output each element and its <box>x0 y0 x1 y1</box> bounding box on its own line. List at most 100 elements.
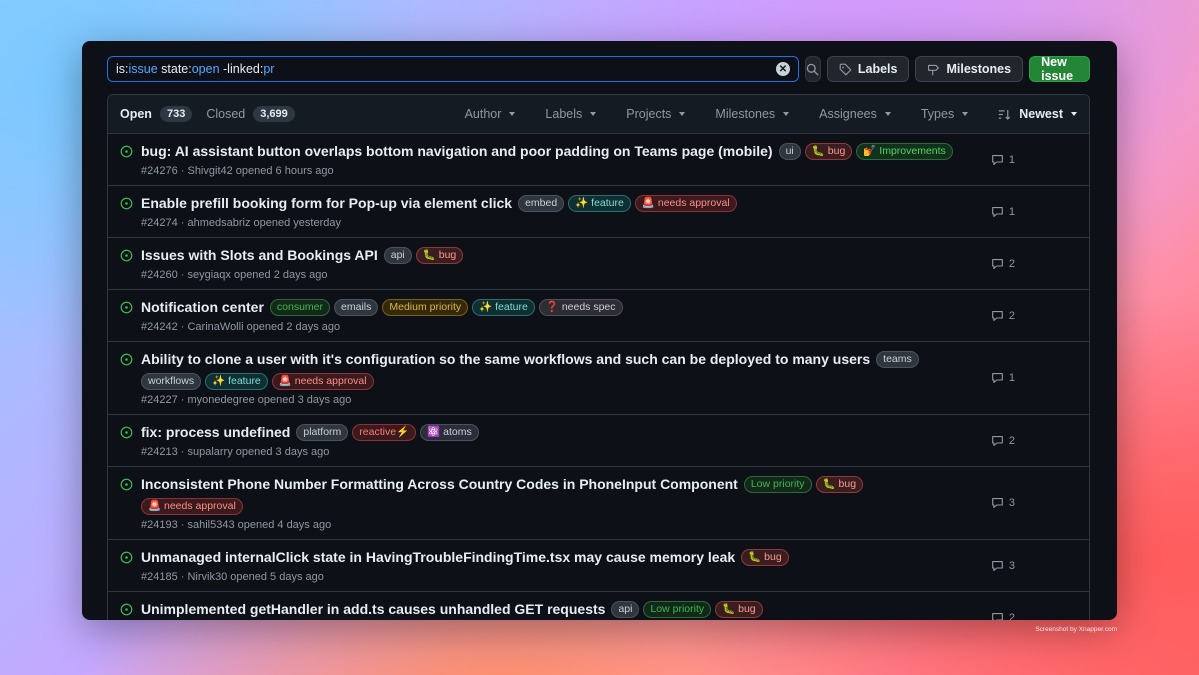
issue-row[interactable]: bug: AI assistant button overlaps bottom… <box>108 134 1089 186</box>
issue-title[interactable]: fix: process undefined <box>141 423 290 442</box>
query-value: pr <box>263 62 275 76</box>
label-needs-approval[interactable]: 🚨 needs approval <box>141 498 243 515</box>
label-bug[interactable]: 🐛 bug <box>715 601 763 618</box>
filter-assignees[interactable]: Assignees <box>819 107 891 121</box>
search-input[interactable]: is:issue state:open -linked:pr ✕ <box>107 56 799 82</box>
issue-title[interactable]: Enable prefill booking form for Pop-up v… <box>141 194 512 213</box>
filter-assignees-label: Assignees <box>819 107 877 121</box>
issue-title[interactable]: Ability to clone a user with it's config… <box>141 350 870 369</box>
issue-row[interactable]: Enable prefill booking form for Pop-up v… <box>108 186 1089 238</box>
comment-icon <box>992 560 1003 571</box>
label-needs-approval[interactable]: 🚨 needs approval <box>271 373 374 390</box>
comment-icon <box>992 612 1003 620</box>
comment-icon <box>992 154 1003 165</box>
comment-count-value: 3 <box>1008 497 1015 509</box>
label-platform[interactable]: platform <box>296 424 349 441</box>
comment-count[interactable]: 1 <box>991 206 1015 218</box>
label-feature[interactable]: ✨ feature <box>472 299 535 316</box>
query-key: state: <box>157 62 192 76</box>
closed-tab-label: Closed <box>206 107 246 121</box>
tab-open[interactable]: Open 733 <box>120 106 193 122</box>
issue-title[interactable]: Issues with Slots and Bookings API <box>141 246 378 265</box>
issue-open-icon <box>120 603 133 616</box>
issue-row[interactable]: Notification center consumer emails Medium… <box>108 290 1089 342</box>
issue-meta: #24193 · sahil5343 opened 4 days ago <box>141 519 332 531</box>
label-api[interactable]: api <box>383 247 412 264</box>
comment-count[interactable]: 2 <box>991 612 1015 620</box>
issue-row[interactable]: Inconsistent Phone Number Formatting Acr… <box>108 467 1089 540</box>
label-bug[interactable]: 🐛 bug <box>415 247 464 264</box>
issue-open-icon <box>120 426 133 439</box>
filter-author[interactable]: Author <box>465 107 516 121</box>
label-workflows[interactable]: workflows <box>141 373 202 390</box>
issue-row[interactable]: Unimplemented getHandler in add.ts cause… <box>108 592 1089 620</box>
label-feature[interactable]: ✨ feature <box>568 195 631 212</box>
issue-row[interactable]: Ability to clone a user with it's config… <box>108 342 1089 415</box>
issue-open-icon <box>120 197 133 210</box>
sort-dropdown[interactable]: Newest <box>998 107 1077 121</box>
comment-count[interactable]: 2 <box>991 435 1015 447</box>
tab-closed[interactable]: Closed 3,699 <box>206 106 295 122</box>
label-low-priority[interactable]: Low priority <box>743 476 812 493</box>
issue-meta: #24213 · supalarry opened 3 days ago <box>141 446 330 458</box>
new-issue-button[interactable]: New issue <box>1029 55 1090 83</box>
label-bug[interactable]: 🐛 bug <box>815 476 864 493</box>
search-button[interactable] <box>805 56 821 82</box>
chevron-down-icon <box>884 112 891 116</box>
label-needs-spec[interactable]: ❓ needs spec <box>538 299 623 316</box>
label-needs-approval[interactable]: 🚨 needs approval <box>634 195 737 212</box>
issue-meta: #24274 · ahmedsabriz opened yesterday <box>141 217 341 229</box>
comment-count[interactable]: 1 <box>991 372 1015 384</box>
label-improvements[interactable]: 💅 Improvements <box>856 143 953 160</box>
label-api[interactable]: api <box>611 601 640 618</box>
issue-open-icon <box>120 353 133 366</box>
comment-count[interactable]: 2 <box>991 258 1015 270</box>
search-query[interactable]: is:issue state:open -linked:pr <box>116 62 776 76</box>
label-bug[interactable]: 🐛 bug <box>804 143 853 160</box>
label-reactive[interactable]: reactive⚡ <box>352 424 417 441</box>
issue-title[interactable]: Notification center <box>141 298 264 317</box>
issue-title[interactable]: bug: AI assistant button overlaps bottom… <box>141 142 773 161</box>
issue-meta: #24276 · Shivgit42 opened 6 hours ago <box>141 165 334 177</box>
comment-count[interactable]: 3 <box>991 497 1015 509</box>
filter-milestones-label: Milestones <box>715 107 776 121</box>
label-bug[interactable]: 🐛 bug <box>741 549 789 566</box>
labels-button[interactable]: Labels <box>826 56 910 82</box>
issue-title[interactable]: Inconsistent Phone Number Formatting Acr… <box>141 475 738 494</box>
label-atoms[interactable]: ⚛️ atoms <box>420 424 479 441</box>
label-emails[interactable]: emails <box>334 299 379 316</box>
issue-title[interactable]: Unimplemented getHandler in add.ts cause… <box>141 600 605 619</box>
chevron-down-icon <box>509 112 516 116</box>
label-ui[interactable]: ui <box>778 143 801 160</box>
comment-count[interactable]: 1 <box>991 154 1015 166</box>
comment-icon <box>992 373 1003 383</box>
filter-milestones[interactable]: Milestones <box>715 107 790 121</box>
chevron-down-icon <box>1071 112 1077 116</box>
query-value: open <box>191 62 220 76</box>
filter-projects[interactable]: Projects <box>626 107 686 121</box>
comment-count-value: 2 <box>1008 309 1015 322</box>
label-low-priority[interactable]: Low priority <box>643 601 712 618</box>
issues-window: is:issue state:open -linked:pr ✕ Labels … <box>82 41 1117 620</box>
filter-types[interactable]: Types <box>921 107 969 121</box>
label-medium-priority[interactable]: Medium priority <box>382 299 469 316</box>
issue-open-icon <box>120 249 133 262</box>
issue-row[interactable]: Unmanaged internalClick state in HavingT… <box>108 540 1089 592</box>
issue-open-icon <box>120 551 133 564</box>
comment-count[interactable]: 3 <box>991 560 1015 572</box>
comment-count[interactable]: 2 <box>991 310 1015 322</box>
label-embed[interactable]: embed <box>518 195 565 212</box>
issue-open-icon <box>120 145 133 158</box>
label-feature[interactable]: ✨ feature <box>205 373 268 390</box>
issue-row[interactable]: fix: process undefined platform reactive⚡… <box>108 415 1089 467</box>
query-key: is: <box>116 62 129 76</box>
comment-icon <box>992 206 1003 217</box>
issue-title[interactable]: Unmanaged internalClick state in HavingT… <box>141 548 735 567</box>
label-consumer[interactable]: consumer <box>269 299 331 316</box>
milestones-button[interactable]: Milestones <box>915 56 1024 82</box>
issue-row[interactable]: Issues with Slots and Bookings API api 🐛 … <box>108 238 1089 290</box>
query-key: -linked: <box>219 62 264 76</box>
label-teams[interactable]: teams <box>876 351 919 368</box>
clear-search-icon[interactable]: ✕ <box>776 62 790 76</box>
filter-labels[interactable]: Labels <box>545 107 597 121</box>
